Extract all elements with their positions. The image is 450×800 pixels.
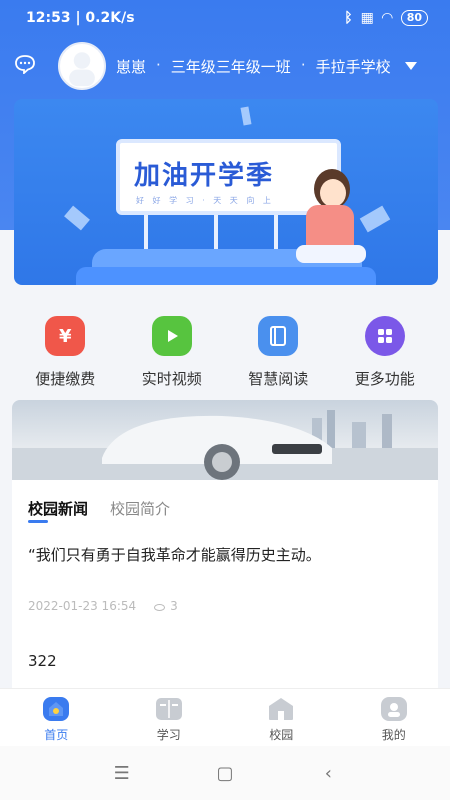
tab-label: 我的 <box>381 728 406 742</box>
quick-functions: ¥ 便捷缴费 实时视频 智慧阅读 更多功能 <box>0 300 450 395</box>
active-tab-indicator <box>28 520 48 523</box>
promo-banner[interactable]: 加油开学季 好 好 学 习 · 天 天 向 上 <box>14 99 438 285</box>
system-navigation-bar: ☰ ▢ ‹ <box>0 746 450 800</box>
message-icon[interactable] <box>14 54 36 74</box>
school-name: 手拉手学校 <box>315 58 391 76</box>
func-more[interactable]: 更多功能 <box>335 300 435 395</box>
banner-subtitle: 好 好 学 习 · 天 天 向 上 <box>136 196 274 205</box>
book-icon <box>258 316 299 356</box>
car-illustration-icon <box>12 410 438 482</box>
bluetooth-icon: ᛒ <box>344 10 353 26</box>
status-time-speed: 12:53 | 0.2K/s <box>26 10 135 26</box>
status-icons: ᛒ ▦ ◠ 80 <box>344 10 428 26</box>
home-icon <box>43 697 70 721</box>
menu-icon[interactable]: ☰ <box>102 763 142 784</box>
video-icon <box>151 316 192 356</box>
news-item-title[interactable]: 322 <box>28 652 57 670</box>
battery-level: 80 <box>400 10 428 26</box>
func-label: 智慧阅读 <box>248 370 309 388</box>
func-payment[interactable]: ¥ 便捷缴费 <box>15 300 115 395</box>
tab-campus-news[interactable]: 校园新闻 <box>28 498 88 519</box>
news-tabs: 校园新闻 校园简介 <box>28 498 170 519</box>
signal-icon: ▦ <box>360 10 374 26</box>
wifi-icon: ◠ <box>381 10 393 26</box>
news-item-title[interactable]: “我们只有勇于自我革命才能赢得历史主动。 <box>28 544 321 565</box>
girl-legs-icon <box>296 245 366 263</box>
banner-stage <box>76 267 376 285</box>
class-name: 三年级三年级一班 <box>170 58 291 76</box>
tab-home[interactable]: 首页 <box>0 689 113 746</box>
eye-icon <box>154 604 166 611</box>
news-item-date: 2022-01-23 16:54 <box>28 599 137 613</box>
banner-board: 加油开学季 好 好 学 习 · 天 天 向 上 <box>116 139 341 215</box>
campus-icon <box>269 698 294 720</box>
func-label: 实时视频 <box>141 370 202 388</box>
banner-title: 加油开学季 <box>134 161 275 191</box>
news-item-views: 3 <box>154 599 178 613</box>
profile-icon <box>380 697 407 721</box>
func-reading[interactable]: 智慧阅读 <box>228 300 328 395</box>
paper-decoration-icon <box>359 205 391 233</box>
func-video[interactable]: 实时视频 <box>122 300 222 395</box>
news-item-meta: 2022-01-23 16:54 3 <box>28 599 178 613</box>
bottom-tab-bar: 首页 学习 校园 我的 <box>0 688 450 746</box>
paper-decoration-icon <box>240 106 252 126</box>
tab-campus[interactable]: 校园 <box>225 689 338 746</box>
avatar-placeholder-icon <box>69 52 95 87</box>
payment-icon: ¥ <box>45 316 86 356</box>
tab-profile[interactable]: 我的 <box>338 689 450 746</box>
tab-label: 校园 <box>269 728 294 742</box>
func-label: 更多功能 <box>354 370 415 388</box>
grid-icon <box>364 316 405 356</box>
avatar[interactable] <box>58 42 106 90</box>
dropdown-triangle-icon[interactable] <box>404 62 417 70</box>
paper-decoration-icon <box>64 205 90 231</box>
news-cover-image[interactable] <box>12 400 438 482</box>
user-school-selector[interactable]: 崽崽 · 三年级三年级一班 · 手拉手学校 <box>116 56 417 77</box>
tab-label: 首页 <box>44 728 69 742</box>
tab-campus-intro[interactable]: 校园简介 <box>110 498 170 519</box>
separator-dot: · <box>156 56 161 74</box>
tab-label: 学习 <box>156 728 181 742</box>
user-name: 崽崽 <box>116 58 147 76</box>
study-icon <box>155 698 182 720</box>
news-card: 校园新闻 校园简介 “我们只有勇于自我革命才能赢得历史主动。 2022-01-2… <box>12 480 438 690</box>
app-header: 崽崽 · 三年级三年级一班 · 手拉手学校 <box>0 40 450 92</box>
separator-dot: · <box>300 56 306 74</box>
tab-study[interactable]: 学习 <box>113 689 226 746</box>
girl-face-icon <box>320 179 346 207</box>
func-label: 便捷缴费 <box>35 370 96 388</box>
status-bar: 12:53 | 0.2K/s ᛒ ▦ ◠ 80 <box>0 0 450 36</box>
home-button-icon[interactable]: ▢ <box>205 763 245 784</box>
back-icon[interactable]: ‹ <box>308 763 348 784</box>
view-count: 3 <box>170 599 178 613</box>
